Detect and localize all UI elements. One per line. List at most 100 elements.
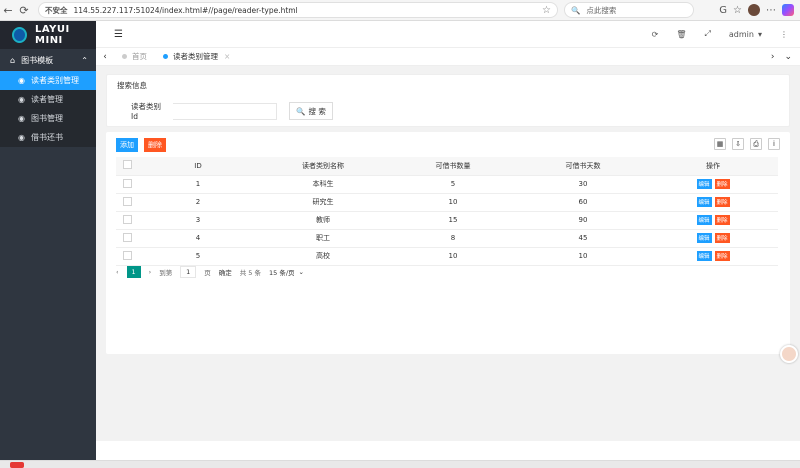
row-delete-button[interactable]: 删除: [714, 179, 730, 189]
table-tools: ▦ ⇩ ⎙ i: [714, 138, 780, 150]
sidebar-group-library[interactable]: ⌂ 图书模板 ⌃: [0, 49, 96, 71]
cell-actions: 编辑 删除: [648, 175, 778, 194]
sidebar-item-book[interactable]: ◉ 图书管理: [0, 109, 96, 128]
dashboard-icon: ◉: [18, 76, 25, 85]
page-size-select[interactable]: 15 条/页 ⌄: [269, 267, 304, 277]
reader-type-table: ID 读者类别名称 可借书数量 可借书天数 操作 1 本科生 5 30 编辑 删除: [116, 157, 778, 266]
edit-button[interactable]: 编辑: [696, 233, 712, 243]
next-page-icon[interactable]: ›: [149, 268, 152, 276]
edit-button[interactable]: 编辑: [696, 215, 712, 225]
more-vertical-icon[interactable]: ⋮: [780, 30, 788, 39]
tab-home[interactable]: 首页: [114, 48, 155, 66]
table-row: 5 高校 10 10 编辑 删除: [116, 247, 778, 266]
row-delete-button[interactable]: 删除: [714, 251, 730, 261]
logo-icon: [12, 27, 28, 43]
export-icon[interactable]: ⇩: [732, 138, 744, 150]
row-checkbox[interactable]: [122, 196, 132, 206]
cell-id: 1: [138, 175, 258, 194]
cell-days: 90: [518, 211, 648, 230]
print-icon[interactable]: ⎙: [750, 138, 762, 150]
page-current[interactable]: 1: [126, 266, 141, 278]
edit-button[interactable]: 编辑: [696, 251, 712, 261]
sidebar-item-label: 读者管理: [30, 95, 63, 104]
cell-name: 职工: [258, 229, 388, 248]
sidebar-item-label: 图书管理: [30, 114, 63, 123]
address-bar[interactable]: 不安全 114.55.227.117:51024/index.html#//pa…: [38, 2, 558, 18]
floating-assistant-avatar[interactable]: [780, 345, 798, 363]
profile-icon[interactable]: [748, 4, 760, 16]
add-button[interactable]: 添加: [116, 138, 138, 152]
sidebar-item-label: 借书还书: [30, 133, 63, 142]
table-header-row: ID 读者类别名称 可借书数量 可借书天数 操作: [116, 157, 778, 176]
tab-reader-type[interactable]: 读者类别管理 ×: [155, 48, 238, 66]
delete-button[interactable]: 删除: [144, 138, 166, 152]
cell-count: 8: [388, 229, 518, 248]
tab-scroll-right-icon[interactable]: ›: [771, 52, 775, 62]
edit-button[interactable]: 编辑: [696, 179, 712, 189]
dashboard-icon: ◉: [18, 114, 25, 123]
tab-scroll-left-icon[interactable]: ‹: [96, 52, 114, 62]
row-checkbox[interactable]: [122, 232, 132, 242]
sidebar-group-label: 图书模板: [21, 55, 54, 65]
search-button[interactable]: 🔍 搜 索: [289, 102, 333, 120]
prev-page-icon[interactable]: ‹: [116, 268, 119, 276]
menu-toggle-icon[interactable]: ☰: [114, 29, 123, 40]
page-size-value: 15 条/页: [269, 269, 295, 277]
search-field-label: 读者类别Id: [131, 102, 161, 121]
cell-name: 高校: [258, 247, 388, 266]
sidebar-item-reader[interactable]: ◉ 读者管理: [0, 90, 96, 109]
chevron-down-icon: ⌄: [298, 268, 304, 276]
info-icon[interactable]: i: [768, 138, 780, 150]
col-actions: 操作: [648, 157, 778, 176]
chevron-down-icon[interactable]: ⌄: [784, 52, 792, 62]
extension-icon[interactable]: G: [719, 5, 727, 16]
user-menu[interactable]: admin ▾: [729, 30, 762, 39]
reader-type-id-input[interactable]: [173, 102, 277, 120]
logo[interactable]: LAYUI MINI: [0, 21, 96, 49]
browser-search-input[interactable]: 🔍 点此搜索: [564, 2, 694, 18]
row-checkbox[interactable]: [122, 214, 132, 224]
row-checkbox[interactable]: [122, 178, 132, 188]
table-toolbar: 添加 删除: [116, 138, 166, 152]
search-panel-title: 搜索信息: [117, 81, 147, 90]
col-id: ID: [138, 157, 258, 176]
edit-button[interactable]: 编辑: [696, 197, 712, 207]
tab-dot: [122, 54, 127, 59]
sidebar-item-borrow[interactable]: ◉ 借书还书: [0, 128, 96, 147]
cell-actions: 编辑 删除: [648, 247, 778, 266]
tab-bar: ‹ 首页 读者类别管理 × › ⌄: [96, 48, 800, 66]
col-count: 可借书数量: [388, 157, 518, 176]
more-icon[interactable]: ⋯: [766, 5, 776, 16]
star-icon[interactable]: ☆: [542, 5, 551, 16]
tab-actions: › ⌄: [771, 52, 800, 62]
select-all-checkbox[interactable]: [122, 160, 132, 170]
fullscreen-icon[interactable]: ⤢: [705, 29, 711, 39]
goto-confirm-button[interactable]: 确定: [219, 267, 232, 277]
header-actions: ⟳ 🗑 ⤢ admin ▾ ⋮: [652, 29, 800, 39]
sidebar-item-reader-type[interactable]: ◉ 读者类别管理: [0, 71, 96, 90]
cell-days: 30: [518, 175, 648, 194]
copilot-icon[interactable]: [782, 4, 794, 16]
user-name: admin: [728, 29, 754, 39]
app-header: ☰ ⟳ 🗑 ⤢ admin ▾ ⋮: [96, 21, 800, 48]
row-delete-button[interactable]: 删除: [714, 215, 730, 225]
cell-id: 5: [138, 247, 258, 266]
row-delete-button[interactable]: 删除: [714, 197, 730, 207]
row-delete-button[interactable]: 删除: [714, 233, 730, 243]
col-name: 读者类别名称: [258, 157, 388, 176]
tab-label: 读者类别管理: [173, 52, 218, 61]
row-checkbox[interactable]: [122, 250, 132, 260]
back-icon[interactable]: ←: [0, 2, 16, 18]
clear-icon[interactable]: 🗑: [676, 30, 686, 39]
columns-icon[interactable]: ▦: [714, 138, 726, 150]
goto-page-input[interactable]: 1: [180, 266, 197, 278]
refresh-icon[interactable]: ⟳: [652, 30, 659, 39]
taskbar-app-icon[interactable]: [10, 462, 24, 468]
select-all-cell[interactable]: [116, 157, 138, 176]
reload-icon[interactable]: ⟳: [16, 2, 32, 18]
page-unit: 页: [204, 269, 211, 277]
favorites-icon[interactable]: ☆: [733, 5, 742, 16]
tab-dot: [163, 54, 168, 59]
close-icon[interactable]: ×: [224, 52, 230, 61]
home-icon: ⌂: [10, 55, 16, 65]
